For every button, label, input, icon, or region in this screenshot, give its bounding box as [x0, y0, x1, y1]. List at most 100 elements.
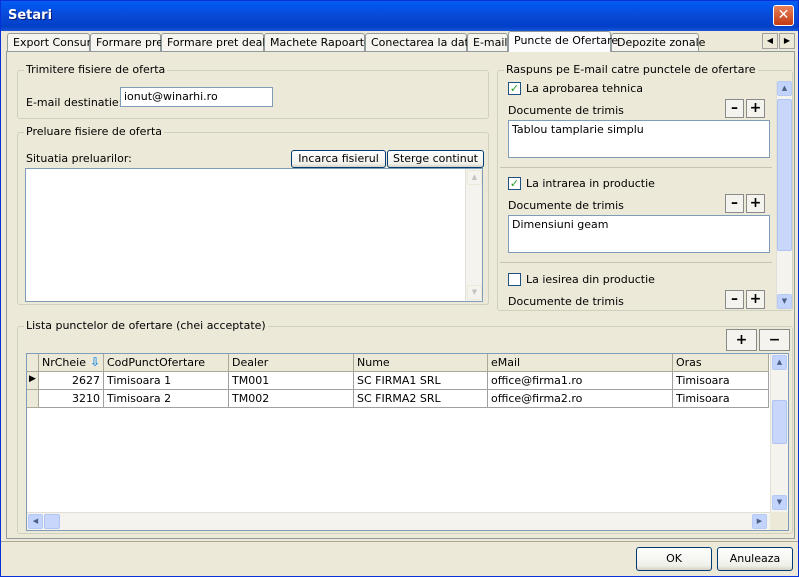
tab-machete-rapoarte[interactable]: Machete Rapoarte [264, 33, 371, 51]
tab-depozite-zonale[interactable]: Depozite zonale [611, 33, 705, 51]
remove-document-button[interactable]: – [725, 99, 744, 118]
scroll-down-button[interactable]: ▼ [467, 285, 482, 300]
table-cell-nrcheie[interactable]: 2627 [39, 372, 104, 390]
chevron-left-icon: ◀ [32, 517, 39, 525]
scroll-down-button[interactable]: ▼ [772, 495, 787, 510]
column-header-email[interactable]: eMail [488, 354, 673, 372]
table-cell-oras[interactable]: Timisoara [673, 372, 769, 390]
tab-label: Depozite zonale [617, 36, 706, 49]
table-cell-nume[interactable]: SC FIRMA1 SRL [354, 372, 488, 390]
close-button[interactable]: ✕ [773, 5, 794, 26]
sterge-continut-button[interactable]: Sterge continut [387, 150, 484, 168]
tab-scroll-left-button[interactable]: ◀ [762, 33, 778, 49]
anuleaza-button[interactable]: Anuleaza [717, 547, 793, 571]
footer-divider [1, 541, 798, 542]
table-cell-email[interactable]: office@firma1.ro [488, 372, 673, 390]
remove-document-button[interactable]: – [725, 194, 744, 213]
group-trimitere: Trimitere fisiere de oferta E-mail desti… [17, 63, 489, 119]
tab-formare-pret[interactable]: Formare pret [90, 33, 167, 51]
close-icon: ✕ [777, 7, 790, 23]
scroll-thumb[interactable] [44, 514, 60, 529]
table-cell-dealer[interactable]: TM002 [229, 390, 354, 408]
tab-label: Formare pret [96, 36, 168, 49]
situatia-preluarilor-label: Situatia preluarilor: [26, 152, 132, 165]
tab-scroll-right-button[interactable]: ▶ [779, 33, 795, 49]
remove-document-button[interactable]: – [725, 290, 744, 309]
add-document-button[interactable]: + [746, 290, 765, 309]
scroll-right-button[interactable]: ▶ [752, 514, 767, 529]
chevron-up-icon: ▲ [471, 173, 478, 181]
email-destinatie-label: E-mail destinatie: [26, 96, 123, 109]
la-iesirea-din-productie-checkbox[interactable] [508, 273, 521, 286]
column-header-dealer[interactable]: Dealer [229, 354, 354, 372]
documente-intrare-list[interactable]: Dimensiuni geam [508, 215, 770, 253]
table-cell-codpunct[interactable]: Timisoara 1 [104, 372, 229, 390]
row-indicator[interactable] [27, 390, 39, 408]
group-raspuns-email: Raspuns pe E-mail catre punctele de ofer… [497, 63, 793, 311]
tab-formare-pret-dealer[interactable]: Formare pret dealer [161, 33, 277, 51]
la-intrarea-in-productie-checkbox[interactable]: ✓ [508, 177, 521, 190]
scroll-thumb[interactable] [772, 400, 787, 444]
email-destinatie-input[interactable]: ionut@winarhi.ro [120, 87, 273, 107]
column-header-label: eMail [491, 356, 521, 369]
scroll-thumb[interactable] [777, 99, 792, 251]
chevron-right-icon: ▶ [756, 517, 763, 525]
column-header-oras[interactable]: Oras [673, 354, 769, 372]
remove-punct-button[interactable]: − [759, 329, 790, 351]
tab-label: E-mail [473, 36, 508, 49]
document-item[interactable]: Dimensiuni geam [512, 218, 608, 231]
grid-horizontal-scrollbar[interactable]: ◀ ▶ [27, 512, 770, 530]
tab-label: Puncte de Ofertare [514, 34, 619, 47]
la-aprobarea-tehnica-checkbox[interactable]: ✓ [508, 82, 521, 95]
column-header-codpunctofertare[interactable]: CodPunctOfertare [104, 354, 229, 372]
table-cell-email[interactable]: office@firma2.ro [488, 390, 673, 408]
table-cell-dealer[interactable]: TM001 [229, 372, 354, 390]
raspuns-vertical-scrollbar[interactable]: ▲ ▼ [776, 81, 792, 309]
add-punct-button[interactable]: + [726, 329, 757, 351]
group-title: Lista punctelor de ofertare (chei accept… [24, 319, 268, 332]
scroll-down-button[interactable]: ▼ [777, 294, 792, 309]
table-cell-nume[interactable]: SC FIRMA2 SRL [354, 390, 488, 408]
group-preluare: Preluare fisiere de oferta Situatia prel… [17, 125, 489, 305]
row-indicator[interactable]: ▶ [27, 372, 39, 390]
tab-panel-puncte-de-ofertare: Trimitere fisiere de oferta E-mail desti… [6, 51, 795, 539]
grid-vertical-scrollbar[interactable]: ▲ ▼ [770, 354, 788, 512]
documente-aprobare-list[interactable]: Tablou tamplarie simplu [508, 120, 770, 158]
add-document-button[interactable]: + [746, 194, 765, 213]
scroll-up-button[interactable]: ▲ [467, 170, 482, 185]
ok-button[interactable]: OK [636, 547, 712, 571]
table-cell-codpunct[interactable]: Timisoara 2 [104, 390, 229, 408]
column-header-label: Oras [676, 356, 702, 369]
documente-de-trimis-label: Documente de trimis [508, 295, 624, 308]
sort-arrow-icon: ⇩ [89, 355, 100, 369]
scroll-up-button[interactable]: ▲ [777, 81, 792, 96]
column-header-nrcheie[interactable]: NrCheie ⇩ [39, 354, 104, 372]
memo-vertical-scrollbar[interactable]: ▲ ▼ [465, 169, 482, 301]
document-item[interactable]: Tablou tamplarie simplu [512, 123, 644, 136]
section-divider [500, 262, 772, 263]
checkmark-icon: ✓ [509, 82, 520, 95]
la-aprobarea-tehnica-label: La aprobarea tehnica [526, 82, 643, 95]
scroll-up-button[interactable]: ▲ [772, 355, 787, 370]
column-header-nume[interactable]: Nume [354, 354, 488, 372]
table-cell-oras[interactable]: Timisoara [673, 390, 769, 408]
situatia-preluarilor-memo[interactable]: ▲ ▼ [25, 168, 483, 302]
tab-export-consum[interactable]: Export Consum [7, 33, 97, 51]
incarca-fisierul-button[interactable]: Incarca fisierul [291, 150, 386, 168]
title-bar[interactable]: Setari ✕ [1, 1, 798, 31]
tab-email[interactable]: E-mail [467, 33, 508, 51]
tab-conectarea-la-date[interactable]: Conectarea la date [365, 33, 476, 51]
section-divider [500, 167, 772, 168]
table-cell-nrcheie[interactable]: 3210 [39, 390, 104, 408]
tab-puncte-de-ofertare[interactable]: Puncte de Ofertare [508, 31, 618, 52]
scrollbar-corner [770, 512, 788, 530]
documente-de-trimis-label: Documente de trimis [508, 199, 624, 212]
chevron-left-icon: ◀ [766, 36, 774, 45]
add-document-button[interactable]: + [746, 99, 765, 118]
chevron-down-icon: ▼ [776, 498, 783, 506]
puncte-ofertare-grid[interactable]: NrCheie ⇩ CodPunctOfertare Dealer Nume e… [26, 353, 789, 531]
group-title: Trimitere fisiere de oferta [24, 63, 168, 76]
scroll-left-button[interactable]: ◀ [28, 514, 43, 529]
column-header-label: Dealer [232, 356, 269, 369]
chevron-right-icon: ▶ [783, 36, 791, 45]
